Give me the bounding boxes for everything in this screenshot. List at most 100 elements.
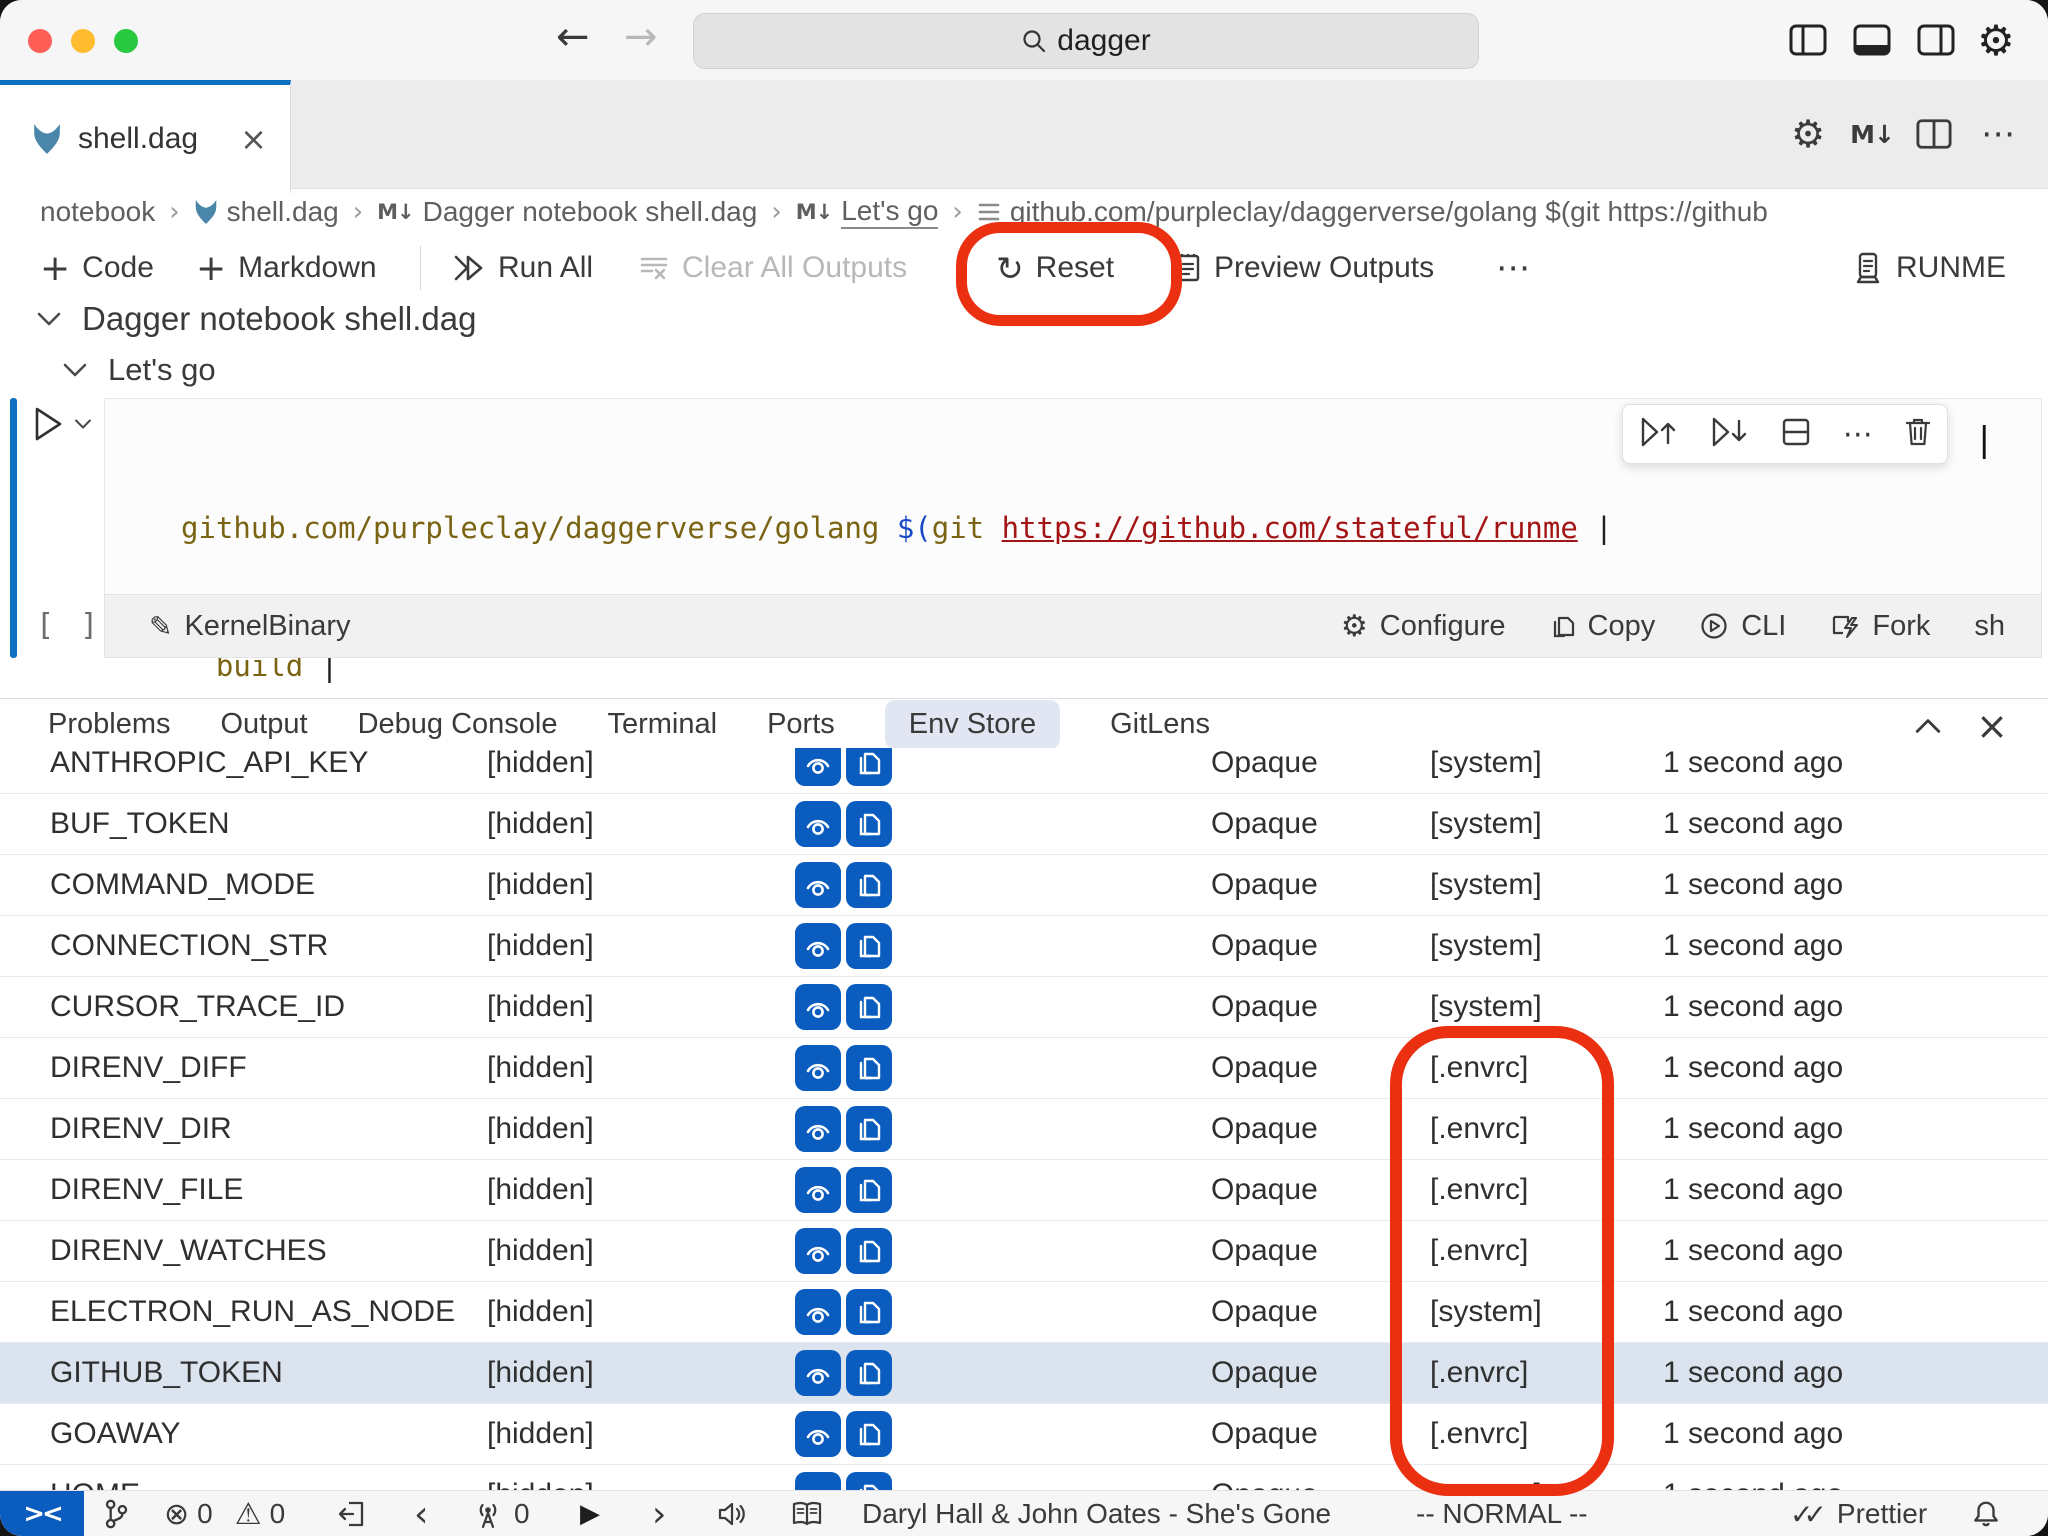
reveal-secret-button[interactable]: [795, 1228, 841, 1274]
copy-secret-button[interactable]: [846, 923, 892, 969]
breadcrumb-item[interactable]: M↓Dagger notebook shell.dag: [377, 196, 757, 228]
toggle-panel-button[interactable]: [1848, 18, 1896, 62]
panel-tab-terminal[interactable]: Terminal: [607, 700, 717, 749]
reset-button[interactable]: ↻ Reset: [996, 236, 1114, 300]
copy-secret-button[interactable]: [846, 1167, 892, 1213]
reveal-secret-button[interactable]: [795, 748, 841, 786]
reveal-secret-button[interactable]: [795, 1167, 841, 1213]
broadcast-indicator[interactable]: 0: [472, 1491, 530, 1536]
settings-gear-icon[interactable]: ⚙: [1972, 18, 2020, 62]
copy-secret-button[interactable]: [846, 1411, 892, 1457]
breadcrumb-item[interactable]: notebook: [40, 196, 155, 228]
chevron-left-indicator[interactable]: ‹: [414, 1491, 428, 1536]
toggle-secondary-sidebar-button[interactable]: [1912, 18, 1960, 62]
preview-outputs-button[interactable]: Preview Outputs: [1174, 236, 1434, 300]
cell-more-actions-icon[interactable]: ⋯: [1843, 417, 1873, 452]
more-actions-icon[interactable]: ⋯: [1972, 110, 2024, 158]
cli-button[interactable]: CLI: [1699, 610, 1786, 643]
breadcrumb-item[interactable]: shell.dag: [194, 196, 339, 228]
table-row[interactable]: GOAWAY [hidden] Opaque [.envrc] 1 second…: [0, 1404, 2048, 1465]
split-cell-button[interactable]: [1780, 416, 1812, 453]
table-row[interactable]: COMMAND_MODE [hidden] Opaque [system] 1 …: [0, 855, 2048, 916]
now-playing-text[interactable]: Daryl Hall & John Oates - She's Gone: [862, 1491, 1331, 1536]
copy-secret-button[interactable]: [846, 1106, 892, 1152]
back-button[interactable]: ←: [556, 14, 590, 60]
markdown-export-icon[interactable]: M↓: [1846, 110, 1898, 158]
source-control-indicator[interactable]: [102, 1491, 130, 1536]
table-row[interactable]: DIRENV_DIFF [hidden] Opaque [.envrc] 1 s…: [0, 1038, 2048, 1099]
code-link[interactable]: https://github.com/stateful/runme: [1002, 511, 1578, 545]
reveal-secret-button[interactable]: [795, 801, 841, 847]
copy-secret-button[interactable]: [846, 1472, 892, 1490]
table-row[interactable]: DIRENV_DIR [hidden] Opaque [.envrc] 1 se…: [0, 1099, 2048, 1160]
reveal-secret-button[interactable]: [795, 1106, 841, 1152]
copy-secret-button[interactable]: [846, 1228, 892, 1274]
chevron-right-indicator[interactable]: ›: [652, 1491, 666, 1536]
copy-secret-button[interactable]: [846, 748, 892, 786]
split-editor-icon[interactable]: [1908, 110, 1960, 158]
copy-secret-button[interactable]: [846, 1289, 892, 1335]
add-code-cell-button[interactable]: + Code: [40, 236, 154, 300]
fork-button[interactable]: Fork: [1830, 610, 1930, 643]
clear-all-outputs-button[interactable]: Clear All Outputs: [638, 236, 907, 300]
reveal-secret-button[interactable]: [795, 984, 841, 1030]
chevron-down-icon[interactable]: [36, 311, 62, 327]
copy-button[interactable]: Copy: [1550, 610, 1656, 643]
table-row[interactable]: CURSOR_TRACE_ID [hidden] Opaque [system]…: [0, 977, 2048, 1038]
runme-button[interactable]: RUNME: [1852, 236, 2006, 300]
zoom-traffic-light[interactable]: [114, 29, 138, 53]
panel-tab-env-store[interactable]: Env Store: [885, 700, 1060, 749]
table-row[interactable]: BUF_TOKEN [hidden] Opaque [system] 1 sec…: [0, 794, 2048, 855]
copy-secret-button[interactable]: [846, 862, 892, 908]
table-row[interactable]: DIRENV_WATCHES [hidden] Opaque [.envrc] …: [0, 1221, 2048, 1282]
configure-button[interactable]: ⚙ Configure: [1341, 609, 1506, 644]
play-indicator[interactable]: ▶: [580, 1491, 600, 1536]
reveal-secret-button[interactable]: [795, 1350, 841, 1396]
kernel-selector[interactable]: ✎ KernelBinary: [149, 610, 351, 643]
cell-language[interactable]: sh: [1974, 610, 2005, 643]
breadcrumb-item[interactable]: github.com/purpleclay/daggerverse/golang…: [977, 196, 1768, 228]
toggle-primary-sidebar-button[interactable]: [1784, 18, 1832, 62]
tab-shell-dag[interactable]: shell.dag ×: [0, 80, 291, 193]
copy-secret-button[interactable]: [846, 1045, 892, 1091]
copy-secret-button[interactable]: [846, 801, 892, 847]
execute-above-button[interactable]: [1638, 415, 1678, 454]
panel-maximize-icon[interactable]: [1908, 706, 1948, 746]
focus-indicator[interactable]: [336, 1491, 366, 1536]
table-row[interactable]: GITHUB_TOKEN [hidden] Opaque [.envrc] 1 …: [0, 1343, 2048, 1404]
copy-secret-button[interactable]: [846, 1350, 892, 1396]
delete-cell-button[interactable]: [1904, 416, 1932, 453]
close-traffic-light[interactable]: [28, 29, 52, 53]
table-row[interactable]: ANTHROPIC_API_KEY [hidden] Opaque [syste…: [0, 748, 2048, 794]
problems-indicator[interactable]: ⊗ 0 ⚠ 0: [164, 1491, 285, 1536]
reveal-secret-button[interactable]: [795, 862, 841, 908]
panel-tab-ports[interactable]: Ports: [767, 700, 835, 749]
panel-tab-gitlens[interactable]: GitLens: [1110, 700, 1210, 749]
reveal-secret-button[interactable]: [795, 1045, 841, 1091]
chevron-down-icon[interactable]: [62, 362, 88, 378]
toolbar-more-icon[interactable]: ⋯: [1496, 236, 1530, 300]
notifications-bell[interactable]: [1972, 1491, 2000, 1536]
panel-tab-problems[interactable]: Problems: [48, 700, 171, 749]
reveal-secret-button[interactable]: [795, 923, 841, 969]
vim-mode-indicator[interactable]: -- NORMAL --: [1416, 1491, 1588, 1536]
remote-indicator[interactable]: ><: [0, 1491, 84, 1536]
add-markdown-cell-button[interactable]: + Markdown: [196, 236, 377, 300]
reveal-secret-button[interactable]: [795, 1472, 841, 1490]
panel-tab-output[interactable]: Output: [221, 700, 308, 749]
execute-below-button[interactable]: [1709, 415, 1749, 454]
run-cell-button[interactable]: [30, 404, 92, 444]
minimize-traffic-light[interactable]: [71, 29, 95, 53]
table-row[interactable]: HOME [hidden] Opaque [system] 1 second a…: [0, 1465, 2048, 1490]
chevron-down-icon[interactable]: [74, 418, 92, 430]
copy-secret-button[interactable]: [846, 984, 892, 1030]
breadcrumb-item[interactable]: M↓Let's go: [796, 195, 939, 229]
prettier-indicator[interactable]: ✓✓ Prettier: [1790, 1491, 1927, 1536]
notebook-settings-gear-icon[interactable]: ⚙: [1782, 110, 1834, 158]
command-center-search[interactable]: dagger: [693, 13, 1479, 69]
forward-button[interactable]: →: [624, 14, 658, 60]
table-row[interactable]: ELECTRON_RUN_AS_NODE [hidden] Opaque [sy…: [0, 1282, 2048, 1343]
panel-close-icon[interactable]: ×: [1972, 706, 2012, 746]
panel-tab-debug-console[interactable]: Debug Console: [358, 700, 558, 749]
run-all-button[interactable]: Run All: [452, 236, 593, 300]
